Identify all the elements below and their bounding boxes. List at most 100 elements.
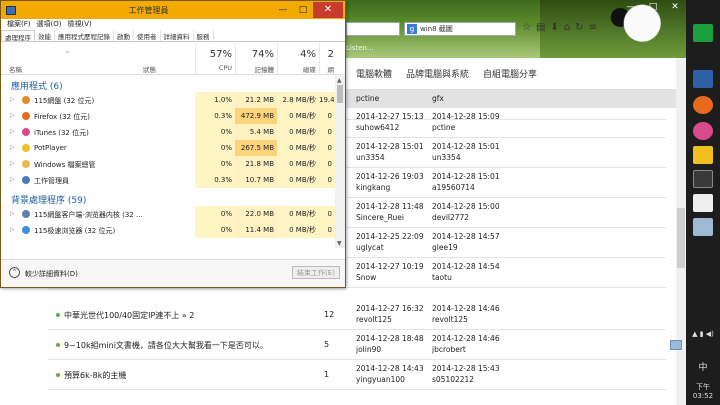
page-scrollbar[interactable] [676,58,686,405]
expand-arrow-icon[interactable]: ▷ [10,160,15,167]
minimize-button[interactable]: — [273,3,293,17]
post-author[interactable]: revolt125 [356,315,392,324]
process-row[interactable]: ▷ 工作管理員 0.3% 10.7 MB 0 MB/秒 0 [1,172,335,188]
chevron-up-icon[interactable]: ⌃ [9,267,20,278]
last-reply-author[interactable]: devil2772 [432,213,469,222]
expand-arrow-icon[interactable]: ▷ [10,226,15,233]
expand-arrow-icon[interactable]: ▷ [10,144,15,151]
post-author[interactable]: yingyuan100 [356,375,405,384]
topic-row[interactable]: 9~10k組mini文書機，請各位大大幫我看一下是否可以。 5 2014-12-28… [48,330,666,360]
menu-icon[interactable]: ≡ [589,22,597,33]
cpu-value: 0.3% [195,172,235,188]
topic-title[interactable]: 中華光世代100/40固定IP連不上 » 2 [64,310,194,321]
expand-arrow-icon[interactable]: ▷ [10,210,15,217]
home-icon[interactable]: ⌂ [564,22,570,33]
process-group[interactable]: 應用程式 (6) [1,76,335,92]
process-group[interactable]: 背景處理程序 (59) [1,190,335,206]
post-author[interactable]: suhow6412 [356,123,399,132]
post-author[interactable]: Snow [356,273,376,282]
scrollbar-thumb[interactable] [337,85,343,103]
post-author[interactable]: kingkang [356,183,390,192]
star-icon[interactable]: ☆ [522,22,531,33]
tab-users[interactable]: 使用者 [134,30,161,41]
process-row[interactable]: ▷ Firefox (32 位元) 0.3% 472.9 MB 0 MB/秒 0 [1,108,335,124]
cpu-value: 1.0% [195,92,235,108]
potplayer-icon[interactable] [693,146,713,164]
post-author[interactable]: Sincere_Ruei [356,213,404,222]
explorer-icon[interactable] [693,70,713,88]
nav-tab[interactable]: 品牌電腦與系統 [406,67,469,80]
process-row[interactable]: ▷ PotPlayer 0% 267.5 MB 0 MB/秒 0 [1,140,335,156]
post-author[interactable]: un3354 [356,153,385,162]
scroll-up-icon[interactable]: ▲ [337,77,342,84]
itunes-icon[interactable] [693,122,713,140]
tab-details[interactable]: 詳細資料 [161,30,194,41]
network-drive-icon[interactable] [693,218,713,236]
process-list-scrollbar[interactable]: ▲ ▼ [335,76,345,248]
search-box[interactable]: g win8 截圖 [404,22,516,36]
end-task-button[interactable]: 結束工作(E) [292,266,340,279]
col-disk[interactable]: 4% 磁碟 [277,43,319,75]
post-author[interactable]: uglycat [356,243,384,252]
topic-row[interactable]: 中華光世代100/40固定IP連不上 » 2 12 2014-12-27 16:32… [48,300,666,330]
tab-performance[interactable]: 效能 [35,30,55,41]
col-memory[interactable]: 74% 記憶體 [235,43,277,75]
clock[interactable]: 下午 03:52 [686,382,720,400]
minimize-button[interactable]: — [620,0,642,14]
maximize-button[interactable]: □ [642,0,664,14]
tab-processes[interactable]: 處理程序 [1,30,35,42]
firefox-icon[interactable] [693,96,713,114]
scroll-down-icon[interactable]: ▼ [337,240,342,247]
col-network[interactable]: 2 網 [319,43,337,75]
expand-arrow-icon[interactable]: ▷ [10,128,15,135]
topic-title[interactable]: 預算6k-8k的主機 [64,370,126,381]
last-reply-author[interactable]: un3354 [432,153,461,162]
sync-icon[interactable]: ↻ [575,22,583,33]
fewer-details-link[interactable]: 較少詳細資料(D) [25,269,78,279]
title-bar[interactable]: 工作管理員 — □ ✕ [1,1,345,19]
address-bar[interactable] [346,22,400,36]
taskmanager-icon[interactable] [693,170,713,188]
post-author[interactable]: jolin90 [356,345,381,354]
scrollbar-thumb[interactable] [677,208,685,268]
nav-tab[interactable]: 電腦軟體 [356,67,392,80]
menu-options[interactable]: 選項(O) [37,19,62,30]
maximize-button[interactable]: □ [293,3,313,17]
clipboard-icon[interactable]: ▤ [536,22,545,33]
last-reply-author[interactable]: taotu [432,273,452,282]
process-row[interactable]: ▷ Windows 檔案總管 0% 21.8 MB 0 MB/秒 0 [1,156,335,172]
process-row[interactable]: ▷ iTunes (32 位元) 0% 5.4 MB 0 MB/秒 0 [1,124,335,140]
ime-indicator[interactable]: 中 [686,360,720,373]
col-name[interactable]: 名稱 [9,64,22,74]
store-icon[interactable] [693,24,713,42]
last-reply-author[interactable]: pctine [432,123,455,132]
tab-app-history[interactable]: 應用程式歷程記錄 [55,30,114,41]
notification-icons[interactable]: ▲ ▮ ◀) [686,330,720,338]
download-icon[interactable]: ⬇ [550,22,558,33]
last-reply-author[interactable]: a19560714 [432,183,475,192]
expand-arrow-icon[interactable]: ▷ [10,176,15,183]
last-reply-author[interactable]: revolt125 [432,315,468,324]
topic-title[interactable]: 9~10k組mini文書機，請各位大大幫我看一下是否可以。 [64,340,268,351]
nav-tab[interactable]: 自組電腦分享 [483,67,537,80]
process-row[interactable]: ▷ 115網盤 (32 位元) 1.0% 21.2 MB 2.8 MB/秒 19.4 [1,92,335,108]
close-button[interactable]: ✕ [313,2,343,18]
last-reply-author[interactable]: jbcrobert [432,345,466,354]
back-to-top-button[interactable] [670,340,682,350]
last-reply-author[interactable]: glee19 [432,243,458,252]
last-reply-author[interactable]: s05102212 [432,375,474,384]
close-button[interactable]: ✕ [664,0,686,14]
expand-arrow-icon[interactable]: ▷ [10,96,15,103]
process-row[interactable]: ▷ 115網盤客户端-浏览器内核 (32 ... 0% 22.0 MB 0 MB/秒 0 [1,206,335,222]
col-status[interactable]: 狀態 [143,64,156,74]
process-row[interactable]: ▷ 115极速浏览器 (32 位元) 0% 11.4 MB 0 MB/秒 0 [1,222,335,238]
col-cpu[interactable]: 57% CPU [195,43,235,75]
tab-startup[interactable]: 啟動 [114,30,134,41]
bookmark-item[interactable]: Listen... [346,40,374,56]
menu-file[interactable]: 檔案(F) [7,19,31,30]
menu-view[interactable]: 檢視(V) [67,19,91,30]
tab-services[interactable]: 服務 [194,30,214,41]
expand-arrow-icon[interactable]: ▷ [10,112,15,119]
document-icon[interactable] [693,194,713,212]
topic-row[interactable]: 預算6k-8k的主機 1 2014-12-28 14:43 yingyuan100 20… [48,360,666,390]
